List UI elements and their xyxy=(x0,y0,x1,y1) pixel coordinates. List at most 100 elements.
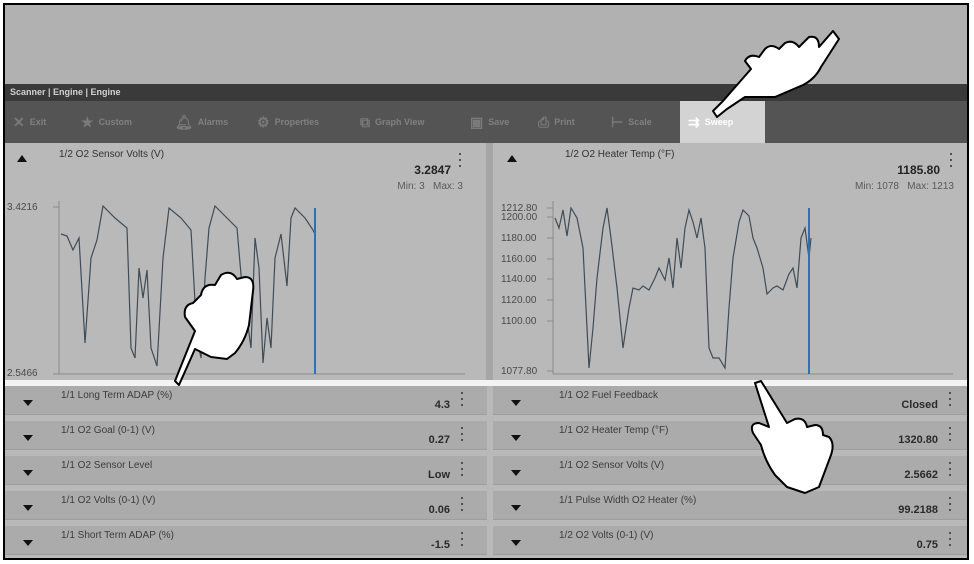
list-item[interactable]: 1/1 Short Term ADAP (%) -1.5 xyxy=(5,526,487,555)
more-options-icon[interactable] xyxy=(949,392,953,410)
more-options-icon[interactable] xyxy=(949,427,953,445)
expand-arrow-icon[interactable] xyxy=(23,540,33,546)
row-value: Low xyxy=(428,469,450,481)
row-label: 1/1 O2 Sensor Level xyxy=(61,460,153,471)
print-label: Print xyxy=(554,117,575,127)
scanner-screen: Scanner | Engine | Engine ✕ Exit ★ Custo… xyxy=(3,3,969,560)
graph-value: 3.2847 xyxy=(414,163,451,177)
properties-icon: ⚙ xyxy=(257,114,270,130)
more-options-icon[interactable] xyxy=(950,153,954,171)
exit-button[interactable]: ✕ Exit xyxy=(13,101,46,143)
y-tick-label: 1200.00 xyxy=(501,212,538,223)
more-options-icon[interactable] xyxy=(461,462,465,480)
pointing-hand-icon xyxy=(750,380,834,494)
collapse-arrow-icon[interactable] xyxy=(507,155,517,162)
list-item[interactable]: 1/2 O2 Volts (0-1) (V) 0.75 xyxy=(493,526,967,555)
graph-title: 1/2 O2 Sensor Volts (V) xyxy=(59,149,165,160)
more-options-icon[interactable] xyxy=(949,532,953,550)
row-value: 4.3 xyxy=(434,399,450,411)
y-tick-label: 1100.00 xyxy=(501,316,537,327)
list-item[interactable]: 1/1 Pulse Width O2 Heater (%) 99.2188 xyxy=(493,491,967,520)
y-tick-label-top: 3.4216 xyxy=(7,202,38,213)
graph-minmax: Min: 1078 Max: 1213 xyxy=(855,181,954,192)
graph-trace xyxy=(554,206,812,370)
expand-arrow-icon[interactable] xyxy=(511,400,521,406)
alarms-label: Alarms xyxy=(197,117,229,127)
graph-plot: 1212.80 1200.00 1180.00 1160.00 1140.00 1120.… xyxy=(493,198,963,380)
graph-min: Min: 1078 xyxy=(855,181,899,192)
list-item[interactable]: 1/1 O2 Sensor Level Low xyxy=(5,456,487,485)
more-options-icon[interactable] xyxy=(461,392,465,410)
list-item[interactable]: 1/1 O2 Goal (0-1) (V) 0.27 xyxy=(5,421,487,450)
properties-button[interactable]: ⚙ Properties xyxy=(257,101,319,143)
more-options-icon[interactable] xyxy=(949,462,953,480)
row-value: Closed xyxy=(901,399,938,411)
row-value: 0.06 xyxy=(428,504,450,516)
y-tick-label: 1077.80 xyxy=(501,366,538,377)
more-options-icon[interactable] xyxy=(461,497,465,515)
expand-arrow-icon[interactable] xyxy=(23,400,33,406)
row-label: 1/1 Long Term ADAP (%) xyxy=(61,390,173,401)
expand-arrow-icon[interactable] xyxy=(23,435,33,441)
expand-arrow-icon[interactable] xyxy=(511,435,521,441)
row-label: 1/1 O2 Goal (0-1) (V) xyxy=(61,425,155,436)
row-label: 1/1 O2 Sensor Volts (V) xyxy=(559,460,665,471)
row-label: 1/1 O2 Volts (0-1) (V) xyxy=(61,495,156,506)
exit-label: Exit xyxy=(29,117,47,127)
save-button[interactable]: ▣ Save xyxy=(470,101,509,143)
y-tick-label: 1160.00 xyxy=(501,254,537,265)
expand-arrow-icon[interactable] xyxy=(511,470,521,476)
y-tick-label-bottom: 2.5466 xyxy=(7,368,38,379)
row-label: 1/1 Short Term ADAP (%) xyxy=(61,530,175,541)
expand-arrow-icon[interactable] xyxy=(511,505,521,511)
graph-max: Max: 3 xyxy=(432,181,463,192)
graph-minmax: Min: 3 Max: 3 xyxy=(397,181,463,192)
y-tick-label: 1140.00 xyxy=(501,274,537,285)
collapse-arrow-icon[interactable] xyxy=(17,155,27,162)
graph-icon: ⧉ xyxy=(360,114,370,130)
row-value: 1320.80 xyxy=(898,434,938,446)
scale-label: Scale xyxy=(628,117,652,127)
graph-view-button[interactable]: ⧉ Graph View xyxy=(360,101,424,143)
expand-arrow-icon[interactable] xyxy=(23,470,33,476)
graph-min: Min: 3 xyxy=(397,181,425,192)
graph-max: Max: 1213 xyxy=(907,181,954,192)
more-options-icon[interactable] xyxy=(949,497,953,515)
print-button[interactable]: ⎙ Print xyxy=(538,101,575,143)
scale-icon: ⊢ xyxy=(611,114,624,130)
list-item[interactable]: 1/1 O2 Sensor Volts (V) 2.5662 xyxy=(493,456,967,485)
row-value: 0.75 xyxy=(916,539,938,551)
more-options-icon[interactable] xyxy=(461,532,465,550)
bell-icon: 🔔︎ xyxy=(175,114,193,130)
save-icon: ▣ xyxy=(470,114,484,130)
print-icon: ⎙ xyxy=(538,114,550,130)
expand-arrow-icon[interactable] xyxy=(23,505,33,511)
star-icon: ★ xyxy=(81,114,94,130)
graph-value: 1185.80 xyxy=(897,163,940,177)
row-value: -1.5 xyxy=(431,539,450,551)
panel-divider xyxy=(486,143,493,380)
row-label: 1/1 Pulse Width O2 Heater (%) xyxy=(559,495,697,506)
scale-button[interactable]: ⊢ Scale xyxy=(611,101,652,143)
y-tick-label: 1120.00 xyxy=(501,295,537,306)
row-value: 0.27 xyxy=(428,434,450,446)
close-icon: ✕ xyxy=(13,114,25,130)
list-item[interactable]: 1/1 O2 Heater Temp (°F) 1320.80 xyxy=(493,421,967,450)
alarms-button[interactable]: 🔔︎ Alarms xyxy=(175,101,228,143)
custom-button[interactable]: ★ Custom xyxy=(81,101,132,143)
graph-panel-right: 1/2 O2 Heater Temp (°F) 1185.80 Min: 107… xyxy=(493,143,967,380)
expand-arrow-icon[interactable] xyxy=(511,540,521,546)
row-value: 99.2188 xyxy=(898,504,938,516)
row-label: 1/1 O2 Heater Temp (°F) xyxy=(559,425,669,436)
more-options-icon[interactable] xyxy=(459,153,463,171)
graph-view-label: Graph View xyxy=(375,117,425,127)
list-item[interactable]: 1/1 O2 Fuel Feedback Closed xyxy=(493,386,967,415)
list-item[interactable]: 1/1 O2 Volts (0-1) (V) 0.06 xyxy=(5,491,487,520)
pointing-hand-icon xyxy=(712,30,840,118)
row-label: 1/1 O2 Fuel Feedback xyxy=(559,390,658,401)
y-tick-labels: 1212.801200.001180.001160.001140.001120.… xyxy=(501,203,553,377)
row-value: 2.5662 xyxy=(904,469,938,481)
row-label: 1/2 O2 Volts (0-1) (V) xyxy=(559,530,654,541)
graph-svg: 1212.801200.001180.001160.001140.001120.… xyxy=(501,201,953,377)
more-options-icon[interactable] xyxy=(461,427,465,445)
